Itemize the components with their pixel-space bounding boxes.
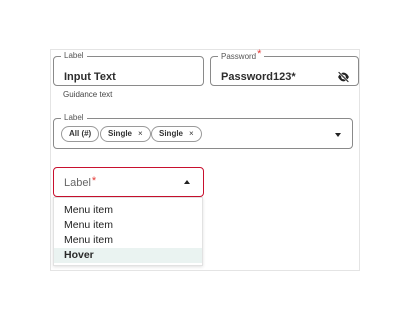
dropdown-field[interactable]: Label* bbox=[53, 167, 204, 197]
dropdown-label-text: Label bbox=[64, 177, 91, 189]
close-icon[interactable]: × bbox=[189, 129, 194, 138]
eye-off-icon[interactable] bbox=[337, 71, 350, 83]
dropdown-placeholder: Label* bbox=[64, 175, 97, 189]
chip-single[interactable]: Single × bbox=[100, 126, 151, 142]
chip-select[interactable]: Label All (#) Single × Single × bbox=[53, 113, 353, 149]
password-value: Password123* bbox=[221, 71, 296, 83]
chip-label: All (#) bbox=[69, 129, 92, 138]
chip-single[interactable]: Single × bbox=[151, 126, 202, 142]
dropdown-menu: Menu item Menu item Menu item Hover bbox=[53, 197, 203, 266]
chevron-up-icon[interactable] bbox=[184, 180, 190, 184]
chip-select-label: Label bbox=[61, 113, 87, 123]
password-field[interactable]: Password* Password123* bbox=[210, 49, 359, 86]
helper-text: Guidance text bbox=[63, 90, 113, 99]
chip-label: Single bbox=[108, 129, 133, 138]
chip-label: Single bbox=[159, 129, 184, 138]
menu-item[interactable]: Menu item bbox=[54, 233, 202, 248]
required-asterisk: * bbox=[257, 48, 262, 60]
text-field-value: Input Text bbox=[64, 71, 116, 83]
password-field-label: Password* bbox=[218, 48, 265, 62]
password-label-text: Password bbox=[221, 52, 257, 61]
close-icon[interactable]: × bbox=[138, 129, 143, 138]
required-asterisk: * bbox=[91, 175, 97, 187]
chevron-down-icon[interactable] bbox=[335, 133, 341, 137]
menu-item-hover[interactable]: Hover bbox=[54, 248, 202, 263]
menu-item[interactable]: Menu item bbox=[54, 218, 202, 233]
chip-all[interactable]: All (#) bbox=[61, 126, 100, 142]
menu-item[interactable]: Menu item bbox=[54, 203, 202, 218]
text-field-label: Label bbox=[61, 51, 87, 61]
text-field[interactable]: Label Input Text bbox=[53, 51, 204, 86]
